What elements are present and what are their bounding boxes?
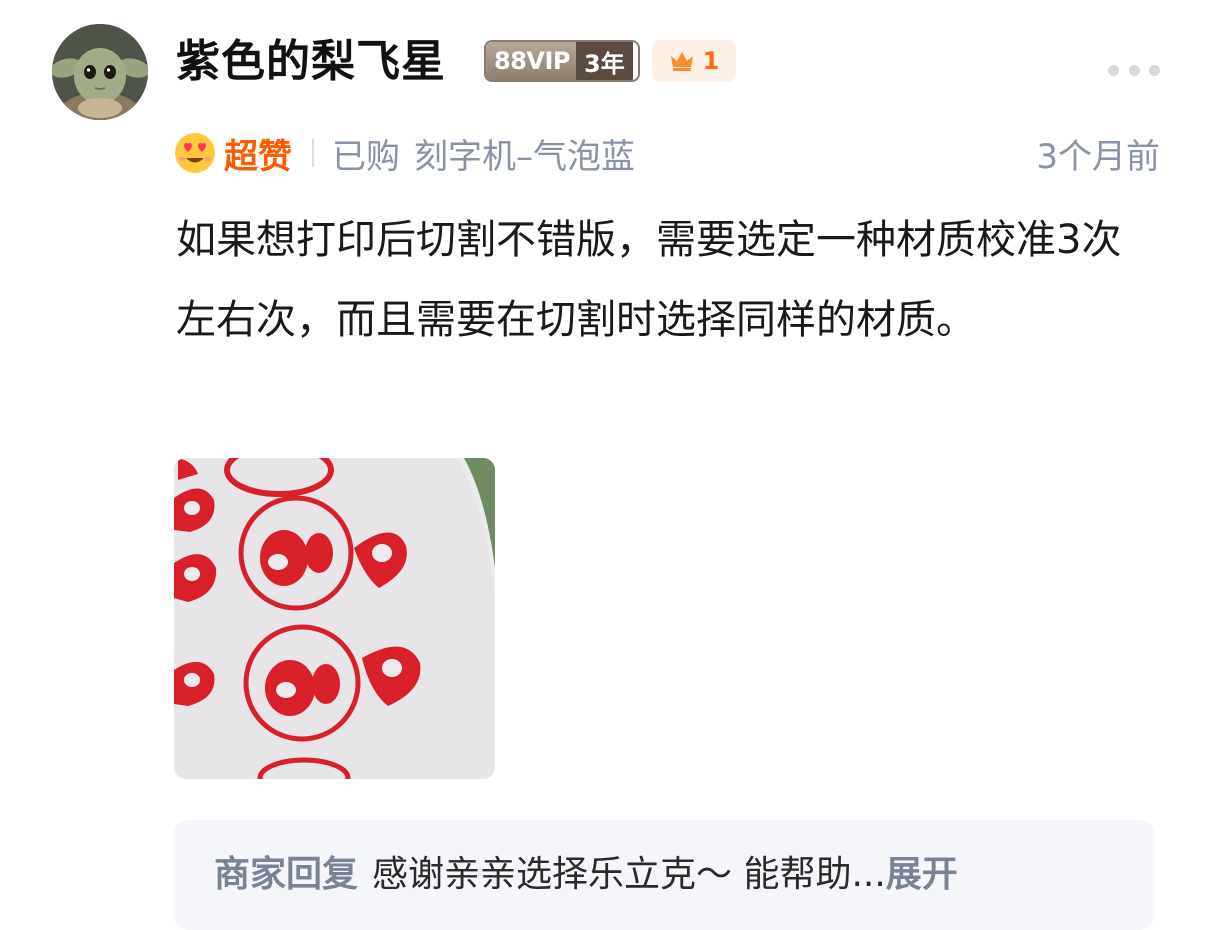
rating-label: 超赞: [224, 136, 292, 177]
baby-alien-avatar-icon: [52, 24, 148, 120]
merchant-reply-text: 感谢亲亲选择乐立克～ 能帮助...: [372, 854, 886, 895]
crown-count: 1: [702, 47, 720, 75]
merchant-reply[interactable]: 商家回复 感谢亲亲选择乐立克～ 能帮助...展开: [174, 820, 1154, 930]
merchant-reply-label: 商家回复: [214, 854, 359, 895]
review-time: 3个月前: [1036, 136, 1160, 177]
review-photo[interactable]: [174, 458, 495, 779]
vip-years: 3年: [576, 42, 633, 80]
vip-badge: 88VIP 3年: [484, 40, 640, 82]
purchase-sku: 刻字机–气泡蓝: [414, 136, 635, 177]
purchase-status: 已购: [332, 136, 400, 177]
expand-button[interactable]: 展开: [886, 854, 958, 895]
crown-badge: 1: [652, 40, 736, 82]
purchase-info: 已购 刻字机–气泡蓝: [332, 129, 635, 178]
red-gourd-sticker-photo-icon: [174, 458, 495, 779]
merchant-reply-line: 商家回复 感谢亲亲选择乐立克～ 能帮助...展开: [214, 850, 958, 900]
vip-label: 88VIP: [486, 42, 576, 80]
review-text[interactable]: 如果想打印后切割不错版，需要选定一种材质校准3次左右次，而且需要在切割时选择同样…: [176, 200, 1156, 360]
user-avatar[interactable]: [52, 24, 148, 120]
heart-eyes-emoji-icon: [175, 133, 215, 173]
crown-icon: [670, 52, 693, 71]
username[interactable]: 紫色的梨飞星: [176, 32, 446, 92]
more-options-icon[interactable]: [1108, 58, 1160, 82]
rating-row: 超赞 已购 刻字机–气泡蓝 3个月前: [174, 128, 1160, 178]
divider: [312, 139, 314, 167]
